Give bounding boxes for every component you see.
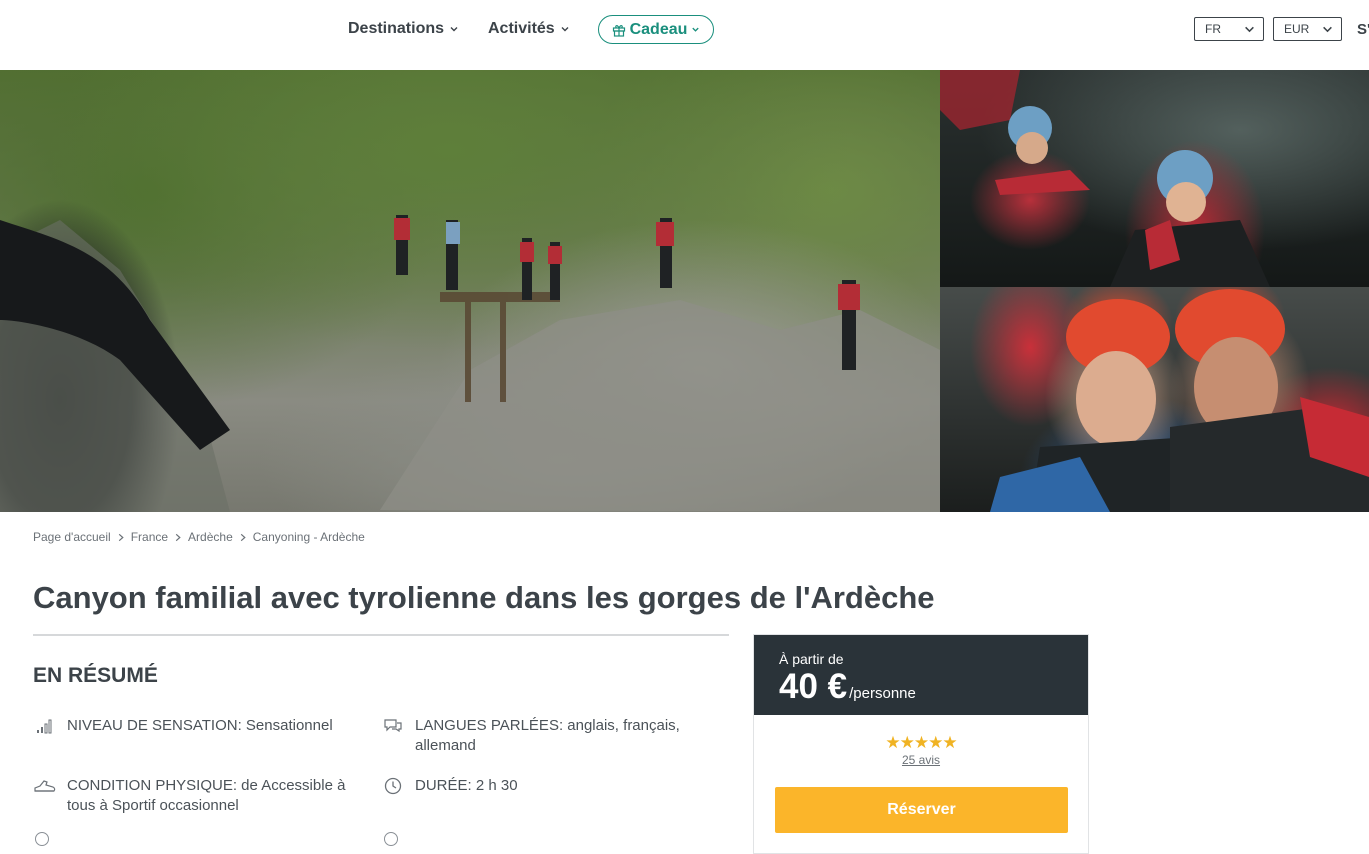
booking-card: À partir de 40 € /personne ★★★★★ 25 avis… xyxy=(753,634,1089,854)
feature-text: LANGUES PARLÉES: anglais, français, alle… xyxy=(415,717,680,754)
gift-button-label: Cadeau xyxy=(629,20,688,38)
chevron-right-icon xyxy=(175,533,181,541)
feature-text: CONDITION PHYSIQUE: de Accessible à tous… xyxy=(67,777,346,814)
nav-destinations[interactable]: Destinations xyxy=(348,20,459,38)
feature-text: DURÉE: 2 h 30 xyxy=(415,777,518,794)
hero-photo-bottom-right[interactable] xyxy=(940,287,1369,512)
chevron-down-icon xyxy=(692,27,700,32)
clock-icon xyxy=(381,776,405,796)
info-icon xyxy=(35,832,49,846)
price-from-label: À partir de xyxy=(779,651,844,667)
photo-kids-swimming xyxy=(940,70,1270,287)
gift-button[interactable]: Cadeau xyxy=(598,15,714,44)
nav-destinations-label: Destinations xyxy=(348,20,445,37)
hero-photo-top-right[interactable] xyxy=(940,70,1369,287)
currency-select[interactable]: EUR xyxy=(1273,17,1342,41)
language-select-value: FR xyxy=(1205,22,1221,36)
breadcrumb: Page d'accueil France Ardèche Canyoning … xyxy=(33,530,365,544)
chevron-right-icon xyxy=(118,533,124,541)
chevron-down-icon xyxy=(1245,26,1254,32)
divider xyxy=(33,634,729,636)
page-title: Canyon familial avec tyrolienne dans les… xyxy=(33,580,935,615)
summary-heading: EN RÉSUMÉ xyxy=(33,664,158,687)
hero-photo-main[interactable] xyxy=(0,70,940,512)
feature-duration: DURÉE: 2 h 30 xyxy=(381,776,721,796)
price-value-row: 40 € /personne xyxy=(779,667,1088,707)
chevron-down-icon xyxy=(450,27,458,32)
feature-fitness: CONDITION PHYSIQUE: de Accessible à tous… xyxy=(33,776,373,816)
price-value: 40 € xyxy=(779,667,848,706)
book-button[interactable]: Réserver xyxy=(775,787,1068,833)
chevron-down-icon xyxy=(1323,26,1332,32)
price-per-label: /personne xyxy=(849,685,916,702)
star-rating: ★★★★★ xyxy=(885,733,957,752)
header-link-cut[interactable]: S' xyxy=(1357,21,1369,38)
nav-activites[interactable]: Activités xyxy=(488,20,570,38)
info-icon xyxy=(384,832,398,846)
feature-sensation: NIVEAU DE SENSATION: Sensationnel xyxy=(33,716,373,736)
language-select[interactable]: FR xyxy=(1194,17,1264,41)
photo-canyon-scene xyxy=(0,215,940,512)
chevron-down-icon xyxy=(561,27,569,32)
sneaker-icon xyxy=(33,776,57,796)
price-header: À partir de 40 € /personne xyxy=(754,635,1088,715)
site-header: Destinations Activités Cadeau FR EUR S' xyxy=(0,0,1369,70)
nav-activites-label: Activités xyxy=(488,20,555,37)
gift-icon xyxy=(612,24,625,37)
photo-family-helmets xyxy=(990,289,1369,512)
currency-select-value: EUR xyxy=(1284,22,1310,36)
breadcrumb-item[interactable]: Page d'accueil xyxy=(33,530,111,544)
feature-languages: LANGUES PARLÉES: anglais, français, alle… xyxy=(381,716,721,756)
breadcrumb-item[interactable]: Canyoning - Ardèche xyxy=(253,530,365,544)
speech-bubbles-icon xyxy=(381,716,405,736)
signal-bars-icon xyxy=(33,716,57,736)
chevron-right-icon xyxy=(240,533,246,541)
reviews-link[interactable]: 25 avis xyxy=(754,753,1088,767)
breadcrumb-item[interactable]: Ardèche xyxy=(188,530,233,544)
breadcrumb-item[interactable]: France xyxy=(131,530,168,544)
feature-text: NIVEAU DE SENSATION: Sensationnel xyxy=(67,717,333,734)
